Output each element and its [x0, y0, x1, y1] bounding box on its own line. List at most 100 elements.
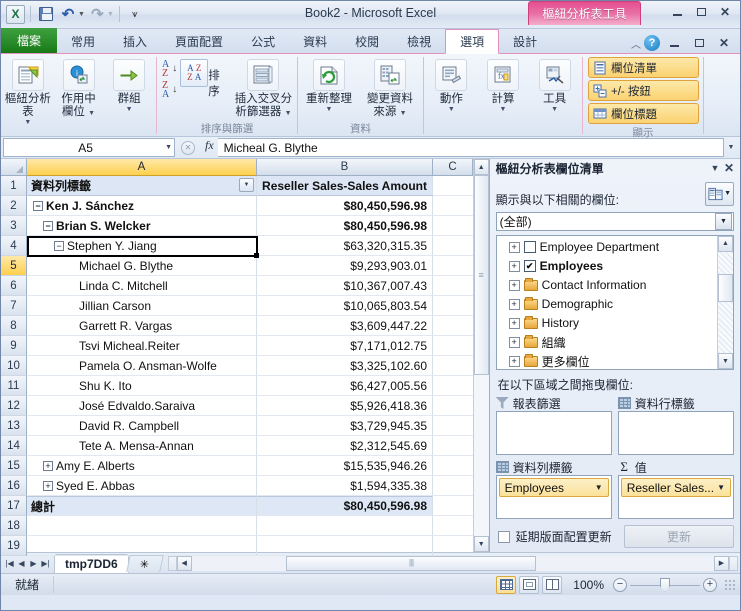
hscroll-split-handle[interactable]	[167, 555, 177, 571]
field-list-scroll-up[interactable]: ▲	[718, 235, 733, 252]
column-header-B[interactable]: B	[257, 159, 433, 176]
cell-B5[interactable]: $9,293,903.01	[257, 256, 433, 276]
zoom-slider[interactable]	[630, 577, 700, 592]
cell-A9[interactable]: Tsvi Micheal.Reiter	[27, 336, 257, 356]
cell-C13[interactable]	[433, 416, 473, 436]
tools-button[interactable]: 工具 ▼	[529, 57, 580, 116]
help-icon[interactable]: ?	[644, 35, 660, 51]
cell-C11[interactable]	[433, 376, 473, 396]
list-item[interactable]: + 組織	[497, 333, 717, 352]
row-header-19[interactable]: 19	[1, 536, 27, 556]
active-field-button[interactable]: i 作用中 欄位 ▼	[54, 57, 104, 121]
column-header-A[interactable]: A	[27, 159, 257, 176]
cell-B18[interactable]	[257, 516, 433, 536]
tab-view[interactable]: 檢視	[393, 29, 445, 53]
cell-B15[interactable]: $15,535,946.26	[257, 456, 433, 476]
horizontal-scrollbar[interactable]: ◀ ▶	[167, 555, 738, 571]
zoom-in-button[interactable]: +	[703, 577, 717, 592]
workbook-minimize-button[interactable]	[663, 35, 685, 51]
cell-B8[interactable]: $3,609,447.22	[257, 316, 433, 336]
row-header-7[interactable]: 7	[1, 296, 27, 316]
cell-A14[interactable]: Tete A. Mensa-Annan	[27, 436, 257, 456]
expand-plus-icon[interactable]: +	[508, 317, 520, 329]
resize-grip[interactable]	[724, 578, 736, 591]
insert-slicer-button[interactable]: 插入交叉分 析篩選器 ▼	[232, 57, 295, 121]
group-button[interactable]: 群組 ▼	[104, 57, 154, 116]
cell-C8[interactable]	[433, 316, 473, 336]
minimize-button[interactable]	[666, 4, 688, 20]
hscroll-track[interactable]	[191, 555, 714, 571]
cell-A6[interactable]: Linda C. Mitchell	[27, 276, 257, 296]
values-chip[interactable]: Reseller Sales... ▼	[620, 478, 731, 497]
page-layout-view-button[interactable]	[519, 575, 540, 594]
field-list[interactable]: + Employee Department + ✔ Employees + Co…	[495, 234, 734, 370]
field-list-scroll-down[interactable]: ▼	[718, 353, 733, 369]
grid-vertical-scrollbar[interactable]: ▲ ▼	[472, 159, 489, 552]
cell-B17[interactable]: $80,450,596.98	[257, 496, 433, 516]
cell-A18[interactable]	[27, 516, 257, 536]
formula-input[interactable]: Micheal G. Blythe	[217, 138, 724, 157]
cell-A8[interactable]: Garrett R. Vargas	[27, 316, 257, 336]
column-labels-area[interactable]: 資料行標籤	[617, 395, 734, 455]
cell-C16[interactable]	[433, 476, 473, 496]
scroll-down-button[interactable]: ▼	[473, 536, 489, 552]
cell-C14[interactable]	[433, 436, 473, 456]
row-header-10[interactable]: 10	[1, 356, 27, 376]
hscroll-right-button[interactable]: ▶	[714, 555, 729, 571]
tab-review[interactable]: 校閱	[341, 29, 393, 53]
row-labels-chip[interactable]: Employees ▼	[498, 478, 609, 497]
cell-B4[interactable]: $63,320,315.35	[257, 236, 433, 256]
row-header-4[interactable]: 4	[1, 236, 27, 256]
toggle-field-list[interactable]: 欄位清單	[588, 57, 699, 78]
field-list-scrollbar[interactable]: ▲ ▼	[717, 235, 733, 369]
list-item[interactable]: + ✔ Employees	[497, 257, 717, 276]
row-header-8[interactable]: 8	[1, 316, 27, 336]
hscroll-resize-handle[interactable]	[729, 555, 738, 571]
row-header-1[interactable]: 1	[1, 176, 27, 196]
panel-menu-icon[interactable]: ▼	[708, 163, 722, 173]
workbook-restore-button[interactable]	[688, 35, 710, 51]
zoom-slider-knob[interactable]	[660, 577, 670, 592]
list-item[interactable]: + Demographic	[497, 295, 717, 314]
cell-B11[interactable]: $6,427,005.56	[257, 376, 433, 396]
toggle-plus-minus[interactable]: +/- 按鈕	[588, 80, 699, 101]
cell-B3[interactable]: $80,450,596.98	[257, 216, 433, 236]
cell-A10[interactable]: Pamela O. Ansman-Wolfe	[27, 356, 257, 376]
chevron-down-icon[interactable]: ▼	[24, 119, 31, 127]
cell-C19[interactable]	[433, 536, 473, 556]
cell-B2[interactable]: $80,450,596.98	[257, 196, 433, 216]
sort-ascending-button[interactable]: AZ ↓	[159, 58, 180, 79]
field-list-scroll-track[interactable]	[718, 251, 733, 353]
cell-C7[interactable]	[433, 296, 473, 316]
values-box[interactable]: Reseller Sales... ▼	[617, 475, 734, 519]
cell-B16[interactable]: $1,594,335.38	[257, 476, 433, 496]
chevron-down-icon[interactable]: ▼	[400, 110, 407, 117]
cell-A16[interactable]: + Syed E. Abbas	[27, 476, 257, 496]
minimize-ribbon-icon[interactable]: ︿	[631, 36, 641, 51]
cell-A11[interactable]: Shu K. Ito	[27, 376, 257, 396]
cell-B9[interactable]: $7,171,012.75	[257, 336, 433, 356]
cell-A13[interactable]: David R. Campbell	[27, 416, 257, 436]
tab-insert[interactable]: 插入	[109, 29, 161, 53]
cell-C5[interactable]	[433, 256, 473, 276]
row-labels-filter-button[interactable]: ▼	[239, 178, 254, 192]
chevron-down-icon[interactable]: ▼	[714, 483, 728, 492]
row-labels-box[interactable]: Employees ▼	[495, 475, 612, 519]
chevron-down-icon[interactable]: ▼	[724, 190, 731, 197]
cell-B14[interactable]: $2,312,545.69	[257, 436, 433, 456]
list-item[interactable]: + 更多欄位	[497, 352, 717, 369]
expand-plus-icon[interactable]: +	[508, 298, 520, 310]
cell-A19[interactable]	[27, 536, 257, 556]
cell-A7[interactable]: Jillian Carson	[27, 296, 257, 316]
row-header-6[interactable]: 6	[1, 276, 27, 296]
chevron-down-icon[interactable]: ▼	[326, 106, 333, 114]
normal-view-button[interactable]	[496, 575, 517, 594]
row-header-15[interactable]: 15	[1, 456, 27, 476]
cell-A17[interactable]: 總計	[27, 496, 257, 516]
cell-A15[interactable]: + Amy E. Alberts	[27, 456, 257, 476]
cell-C17[interactable]	[433, 496, 473, 516]
cell-C4[interactable]	[433, 236, 473, 256]
select-all-corner[interactable]	[1, 159, 27, 176]
tab-file[interactable]: 檔案	[1, 28, 58, 53]
list-item[interactable]: + History	[497, 314, 717, 333]
